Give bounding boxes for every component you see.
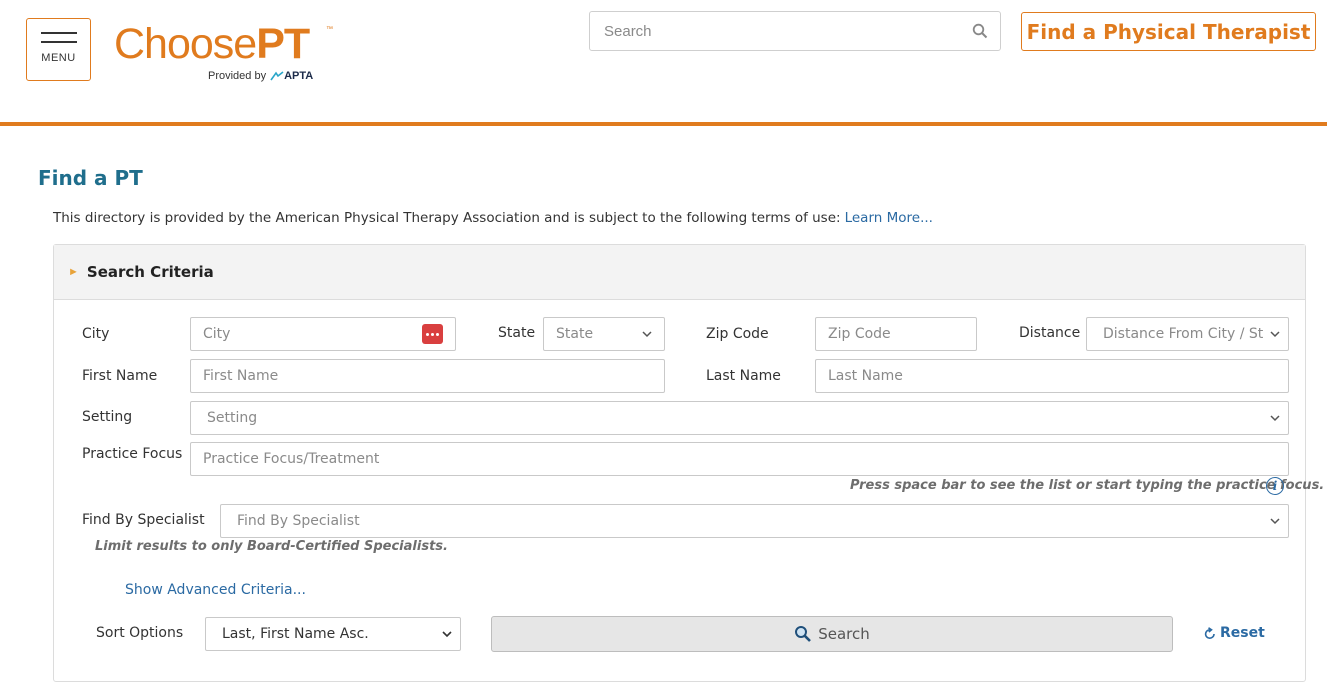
zip-code-field[interactable] <box>815 317 977 351</box>
search-criteria-title: Search Criteria <box>86 263 214 281</box>
first-name-input[interactable] <box>203 368 652 384</box>
state-select-value: State <box>556 326 594 342</box>
first-name-label: First Name <box>82 368 158 384</box>
practice-focus-input[interactable] <box>203 451 1276 467</box>
state-select[interactable]: State <box>543 317 665 351</box>
practice-focus-label: Practice Focus <box>82 446 183 462</box>
apta-logo: APTA <box>270 70 313 82</box>
collapse-arrow-icon[interactable]: ► <box>68 266 79 278</box>
zip-code-input[interactable] <box>828 326 964 342</box>
logo-provided-by: Provided by APTA <box>208 70 313 82</box>
distance-label: Distance <box>1019 325 1081 341</box>
chevron-down-icon <box>1270 331 1280 338</box>
last-name-label: Last Name <box>706 368 781 384</box>
last-name-input[interactable] <box>828 368 1276 384</box>
terms-text: This directory is provided by the Americ… <box>53 210 841 226</box>
distance-select[interactable]: Distance From City / State <box>1086 317 1289 351</box>
chevron-down-icon <box>642 331 652 338</box>
info-icon[interactable]: i <box>1266 477 1284 495</box>
practice-focus-hint: Press space bar to see the list or start… <box>850 478 1325 493</box>
chooseapt-logo[interactable]: ChoosePT ™ Provided by APTA <box>114 20 334 90</box>
learn-more-link[interactable]: Learn More... <box>845 210 933 226</box>
specialist-label: Find By Specialist <box>82 512 205 528</box>
sort-options-label: Sort Options <box>96 625 184 641</box>
city-field[interactable] <box>190 317 456 351</box>
search-icon[interactable] <box>972 23 988 39</box>
logo-trademark: ™ <box>326 26 333 33</box>
setting-select[interactable]: Setting <box>190 401 1289 435</box>
specialist-select-value: Find By Specialist <box>237 513 360 529</box>
provided-by-text: Provided by <box>208 70 267 82</box>
distance-select-value: Distance From City / State <box>1103 326 1264 342</box>
site-search-input[interactable] <box>602 21 972 41</box>
chevron-down-icon <box>442 631 452 638</box>
apta-text: APTA <box>284 70 314 82</box>
city-label: City <box>82 326 110 342</box>
logo-pt: PT <box>256 20 310 68</box>
specialist-select[interactable]: Find By Specialist <box>220 504 1289 538</box>
city-input[interactable] <box>203 326 422 342</box>
sort-options-value: Last, First Name Asc. <box>222 626 369 642</box>
search-criteria-header[interactable]: ► Search Criteria <box>54 245 1305 300</box>
show-advanced-criteria-link[interactable]: Show Advanced Criteria... <box>125 582 306 598</box>
chevron-down-icon <box>1270 518 1280 525</box>
state-label: State <box>498 325 536 341</box>
magnifier-icon <box>795 626 812 642</box>
hamburger-icon-bar <box>40 41 77 43</box>
first-name-field[interactable] <box>190 359 665 393</box>
sort-options-select[interactable]: Last, First Name Asc. <box>205 617 461 651</box>
reset-link[interactable]: Reset <box>1204 625 1265 641</box>
site-search-box[interactable] <box>589 11 1001 51</box>
search-button[interactable]: Search <box>491 616 1173 652</box>
menu-button[interactable]: MENU <box>26 18 91 81</box>
chevron-down-icon <box>1270 415 1280 422</box>
last-name-field[interactable] <box>815 359 1289 393</box>
logo-choose: Choose <box>114 20 257 68</box>
zip-code-label: Zip Code <box>706 326 769 342</box>
header-divider <box>0 122 1327 126</box>
setting-label: Setting <box>82 409 133 425</box>
find-physical-therapist-button[interactable]: Find a Physical Therapist <box>1021 12 1316 51</box>
specialist-hint: Limit results to only Board-Certified Sp… <box>95 539 448 554</box>
menu-label: MENU <box>41 52 76 64</box>
apta-swoosh-icon <box>270 71 284 81</box>
terms-notice: This directory is provided by the Americ… <box>53 210 933 226</box>
logo-wordmark: ChoosePT <box>114 20 334 68</box>
reset-label: Reset <box>1220 625 1265 641</box>
setting-select-value: Setting <box>207 410 258 426</box>
autofill-dots-icon[interactable] <box>422 324 443 344</box>
search-button-label: Search <box>818 625 870 643</box>
practice-focus-field[interactable] <box>190 442 1289 476</box>
hamburger-icon-bar <box>40 32 77 34</box>
page-title: Find a PT <box>38 166 143 190</box>
refresh-icon <box>1204 626 1215 639</box>
